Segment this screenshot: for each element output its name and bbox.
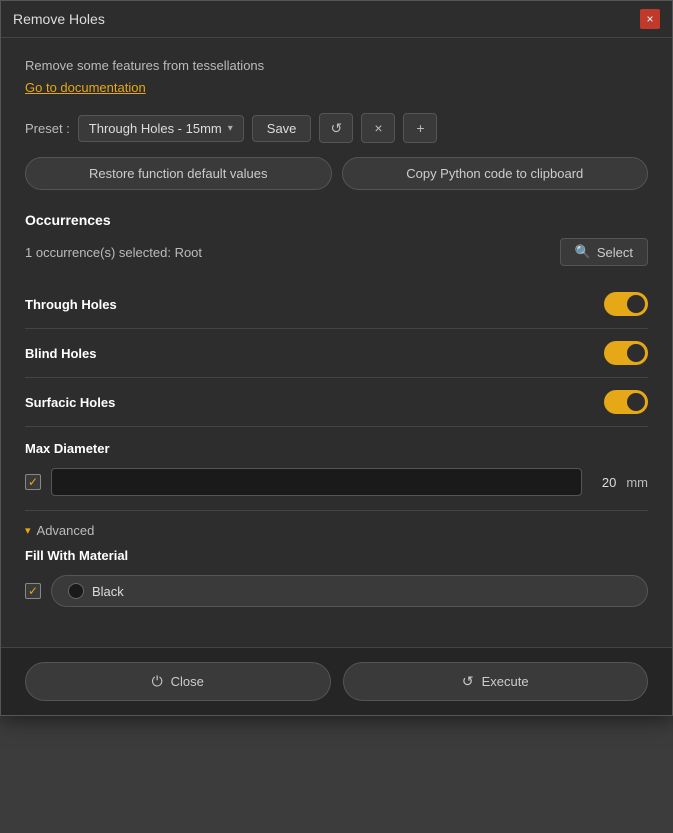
toggle-thumb	[627, 295, 645, 313]
preset-save-button[interactable]: Save	[252, 115, 312, 142]
preset-add-button[interactable]: +	[403, 113, 437, 143]
content-area: Remove some features from tessellations …	[1, 38, 672, 647]
reload-icon: ↺	[331, 120, 343, 137]
max-diameter-section: Max Diameter ✓ 20 mm	[25, 427, 648, 511]
select-button[interactable]: 🔍 Select	[560, 238, 648, 266]
toggle-row-surfacic-holes: Surfacic Holes	[25, 378, 648, 427]
blind-holes-label: Blind Holes	[25, 346, 97, 361]
toggle-track	[604, 292, 648, 316]
material-color-dot	[68, 583, 84, 599]
toggle-row-blind-holes: Blind Holes	[25, 329, 648, 378]
title-bar: Remove Holes ×	[1, 1, 672, 38]
close-button[interactable]: ⏻ Close	[25, 662, 331, 701]
preset-reload-button[interactable]: ↺	[319, 113, 353, 143]
surfacic-holes-toggle[interactable]	[604, 390, 648, 414]
advanced-arrow-icon: ▾	[25, 524, 31, 537]
surfacic-holes-label: Surfacic Holes	[25, 395, 115, 410]
description-text: Remove some features from tessellations	[25, 58, 648, 73]
material-dropdown[interactable]: Black	[51, 575, 648, 607]
max-diameter-title: Max Diameter	[25, 441, 648, 456]
fill-material-checkbox[interactable]: ✓	[25, 583, 41, 599]
occurrences-title: Occurrences	[25, 212, 648, 228]
execute-button[interactable]: ↺ Execute	[343, 662, 649, 701]
through-holes-label: Through Holes	[25, 297, 117, 312]
through-holes-toggle[interactable]	[604, 292, 648, 316]
preset-label: Preset :	[25, 121, 70, 136]
toggle-track	[604, 390, 648, 414]
toggle-thumb	[627, 393, 645, 411]
execute-refresh-icon: ↺	[462, 673, 474, 690]
preset-row: Preset : Through Holes - 15mm ▾ Save ↺ ×…	[25, 113, 648, 143]
toggles-section: Through Holes Blind Holes Surfacic Holes	[25, 280, 648, 427]
blind-holes-toggle[interactable]	[604, 341, 648, 365]
toggle-thumb	[627, 344, 645, 362]
advanced-label: Advanced	[37, 523, 95, 538]
toggle-row-through-holes: Through Holes	[25, 280, 648, 329]
doc-link[interactable]: Go to documentation	[25, 80, 146, 95]
preset-dropdown-arrow-icon: ▾	[228, 123, 233, 134]
search-icon: 🔍	[575, 244, 591, 260]
fill-material-title: Fill With Material	[25, 548, 648, 563]
close-power-icon: ⏻	[152, 673, 163, 690]
remove-holes-window: Remove Holes × Remove some features from…	[0, 0, 673, 716]
diameter-unit: mm	[626, 475, 648, 490]
select-label: Select	[597, 245, 633, 260]
close-label: Close	[171, 674, 204, 689]
preset-dropdown[interactable]: Through Holes - 15mm ▾	[78, 115, 244, 142]
toggle-track	[604, 341, 648, 365]
action-row: Restore function default values Copy Pyt…	[25, 157, 648, 190]
material-row: ✓ Black	[25, 575, 648, 607]
restore-defaults-button[interactable]: Restore function default values	[25, 157, 332, 190]
preset-value: Through Holes - 15mm	[89, 121, 222, 136]
diameter-checkbox[interactable]: ✓	[25, 474, 41, 490]
occurrences-section: Occurrences 1 occurrence(s) selected: Ro…	[25, 212, 648, 266]
execute-label: Execute	[482, 674, 529, 689]
copy-python-button[interactable]: Copy Python code to clipboard	[342, 157, 649, 190]
material-value: Black	[92, 584, 124, 599]
preset-clear-button[interactable]: ×	[361, 113, 395, 143]
window-close-button[interactable]: ×	[640, 9, 660, 29]
fill-material-section: Fill With Material ✓ Black	[25, 548, 648, 607]
diameter-input-row: ✓ 20 mm	[25, 468, 648, 496]
clear-icon: ×	[374, 120, 382, 136]
advanced-row[interactable]: ▾ Advanced	[25, 511, 648, 548]
diameter-slider[interactable]	[51, 468, 582, 496]
occurrences-text: 1 occurrence(s) selected: Root	[25, 245, 202, 260]
occurrences-row: 1 occurrence(s) selected: Root 🔍 Select	[25, 238, 648, 266]
footer: ⏻ Close ↺ Execute	[1, 647, 672, 715]
window-title: Remove Holes	[13, 11, 105, 27]
add-icon: +	[416, 120, 424, 136]
diameter-value: 20	[592, 475, 616, 490]
